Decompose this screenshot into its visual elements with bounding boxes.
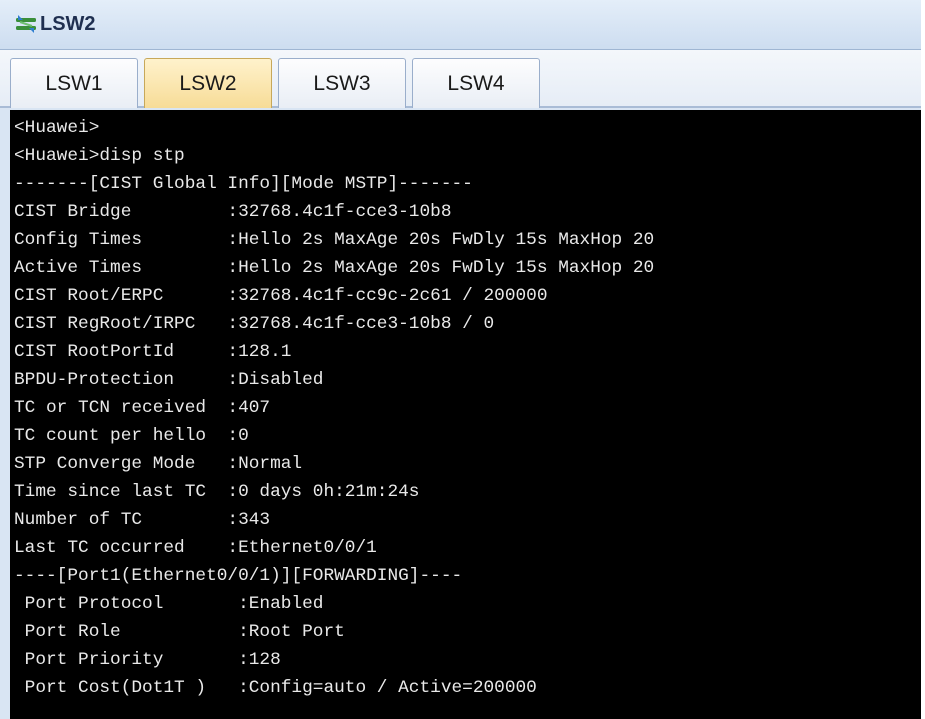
device-tabs: LSW1 LSW2 LSW3 LSW4: [0, 50, 921, 108]
console-line: Active Times :Hello 2s MaxAge 20s FwDly …: [14, 258, 655, 278]
console-line: Number of TC :343: [14, 510, 271, 530]
tab-label: LSW1: [45, 72, 103, 95]
tab-label: LSW3: [313, 72, 371, 95]
tab-lsw1[interactable]: LSW1: [10, 58, 138, 108]
terminal-window: LSW2 LSW1 LSW2 LSW3 LSW4 <Huawei> <Huawe…: [0, 0, 925, 719]
console-line: Port Protocol :Enabled: [14, 594, 324, 614]
window-title: LSW2: [40, 13, 96, 35]
tab-lsw2[interactable]: LSW2: [144, 58, 272, 108]
console-line: Time since last TC :0 days 0h:21m:24s: [14, 482, 420, 502]
console-line: Port Priority :128: [14, 650, 281, 670]
console-line: Port Role :Root Port: [14, 622, 345, 642]
console-line: TC count per hello :0: [14, 426, 249, 446]
tab-label: LSW2: [179, 72, 237, 95]
console-line: CIST RegRoot/IRPC :32768.4c1f-cce3-10b8 …: [14, 314, 495, 334]
console-line: ----[Port1(Ethernet0/0/1)][FORWARDING]--…: [14, 566, 463, 586]
console-line: -------[CIST Global Info][Mode MSTP]----…: [14, 174, 473, 194]
title-bar[interactable]: LSW2: [0, 0, 921, 50]
tab-label: LSW4: [447, 72, 505, 95]
console-line: Last TC occurred :Ethernet0/0/1: [14, 538, 377, 558]
console-line: TC or TCN received :407: [14, 398, 271, 418]
console-line: STP Converge Mode :Normal: [14, 454, 303, 474]
console-output[interactable]: <Huawei> <Huawei>disp stp -------[CIST G…: [10, 110, 921, 719]
console-line: BPDU-Protection :Disabled: [14, 370, 324, 390]
tab-lsw4[interactable]: LSW4: [412, 58, 540, 108]
console-line: CIST Root/ERPC :32768.4c1f-cc9c-2c61 / 2…: [14, 286, 548, 306]
console-line: <Huawei>: [14, 118, 100, 138]
console-line: CIST RootPortId :128.1: [14, 342, 292, 362]
console-line: <Huawei>disp stp: [14, 146, 185, 166]
console-line: Config Times :Hello 2s MaxAge 20s FwDly …: [14, 230, 655, 250]
tab-lsw3[interactable]: LSW3: [278, 58, 406, 108]
switch-icon: [16, 15, 36, 33]
console-line: CIST Bridge :32768.4c1f-cce3-10b8: [14, 202, 452, 222]
console-line: Port Cost(Dot1T ) :Config=auto / Active=…: [14, 678, 537, 698]
